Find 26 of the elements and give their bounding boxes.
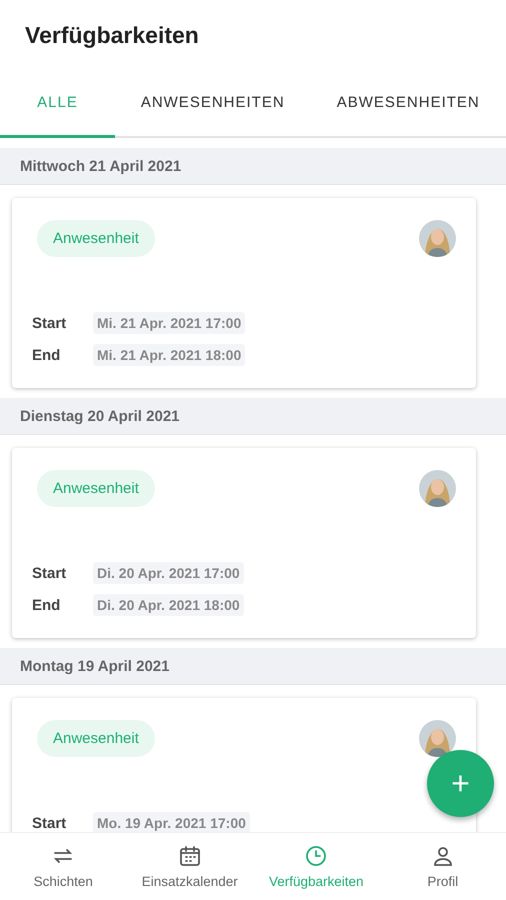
type-chip: Anwesenheit (37, 470, 155, 507)
row-label: Start (32, 564, 68, 582)
nav-item[interactable]: Profil (380, 833, 506, 900)
row-label: Start (32, 814, 68, 832)
date-time-value: Di. 20 Apr. 2021 17:00 (93, 562, 244, 584)
date-time-value: Di. 20 Apr. 2021 18:00 (93, 594, 244, 616)
nav-item[interactable]: Schichten (0, 833, 126, 900)
availability-card[interactable]: Anwesenheit Start Di. 20 Apr. 2021 17:00 End Di. 20 Apr. 2021 18:00 (12, 448, 476, 638)
row-label: End (32, 346, 62, 364)
date-header: Dienstag 20 April 2021 (0, 398, 506, 435)
date-header: Mittwoch 21 April 2021 (0, 148, 506, 185)
tab[interactable]: ABWESENHEITEN (310, 70, 506, 138)
tab[interactable]: ANWESENHEITEN (115, 70, 310, 138)
date-time-value: Mo. 19 Apr. 2021 17:00 (93, 812, 250, 832)
availability-card[interactable]: Anwesenheit Start Mi. 21 Apr. 2021 17:00 End Mi. 21 Apr. 2021 18:00 (12, 198, 476, 388)
row-label: Start (32, 314, 68, 332)
date-header: Montag 19 April 2021 (0, 648, 506, 685)
date-time-value: Mi. 21 Apr. 2021 17:00 (93, 312, 246, 334)
type-chip: Anwesenheit (37, 720, 155, 757)
type-chip: Anwesenheit (37, 220, 155, 257)
row-label: End (32, 596, 62, 614)
nav-item[interactable]: Einsatzkalender (126, 833, 253, 900)
date-time-value: Mi. 21 Apr. 2021 18:00 (93, 344, 246, 366)
clock-icon (304, 844, 328, 868)
page-title: Verfügbarkeiten (24, 21, 200, 50)
calendar-icon (178, 844, 202, 868)
